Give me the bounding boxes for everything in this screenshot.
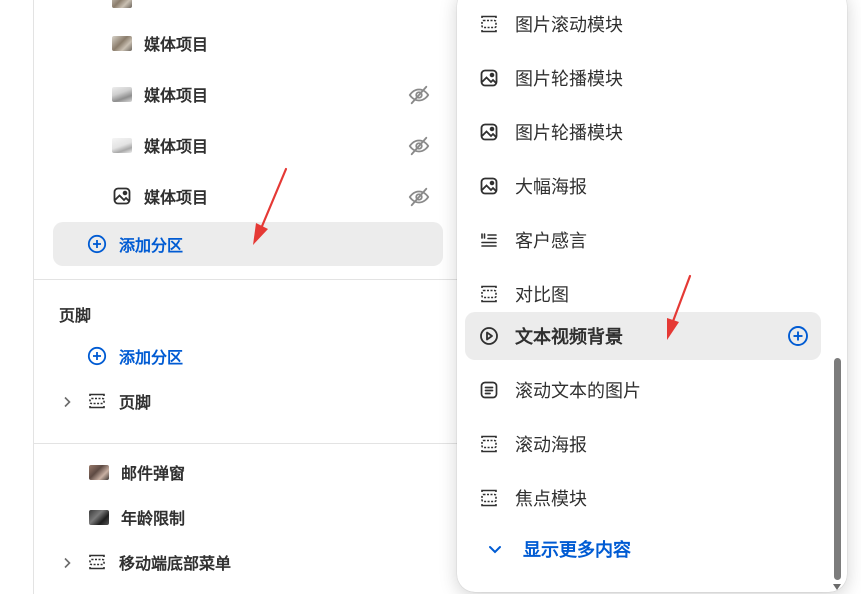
overlay-group-item[interactable]: 移动端底部菜单 <box>34 540 464 584</box>
media-thumbnail <box>112 137 132 153</box>
menu-item-image-carousel[interactable]: 图片轮播模块 <box>465 54 821 102</box>
media-item[interactable]: 媒体项目 <box>34 21 464 65</box>
menu-item-banner[interactable]: 大幅海报 <box>465 162 821 210</box>
menu-item-comparison[interactable]: 对比图 <box>465 270 821 318</box>
divider <box>34 443 464 444</box>
media-item[interactable]: 媒体项目 <box>34 123 464 167</box>
menu-item-label: 图片轮播模块 <box>515 123 623 144</box>
overlay-item-label: 移动端底部菜单 <box>119 554 232 573</box>
scrollbar-thumb[interactable] <box>834 358 841 580</box>
plus-circle-icon[interactable] <box>787 325 809 347</box>
menu-item-scrolling-banner[interactable]: 滚动海报 <box>465 420 821 468</box>
overlay-item-label: 邮件弹窗 <box>121 464 186 483</box>
annotation-arrow <box>253 167 288 245</box>
media-thumbnail <box>112 0 132 8</box>
slideshow-icon <box>479 488 499 508</box>
divider <box>34 279 464 280</box>
image-icon <box>112 186 132 206</box>
list-item-clipped: ▔▔▔▔ <box>34 0 464 22</box>
menu-item-label: 客户感言 <box>515 231 587 252</box>
image-icon <box>479 122 499 142</box>
slideshow-icon <box>479 284 499 304</box>
play-icon <box>479 326 499 346</box>
menu-item-image-scroll[interactable]: 图片滚动模块 <box>465 0 821 48</box>
chevron-down-icon <box>485 539 505 559</box>
media-item-label: 媒体项目 <box>144 35 209 54</box>
menu-item-label: 对比图 <box>515 285 569 306</box>
media-item-label: 媒体项目 <box>144 86 209 105</box>
image-icon <box>479 176 499 196</box>
footer-section-title: 页脚 <box>59 306 92 325</box>
add-section-label: 添加分区 <box>119 348 184 367</box>
show-more-button[interactable]: 显示更多内容 <box>485 536 631 562</box>
section-layout-icon <box>87 552 107 572</box>
menu-item-label: 图片滚动模块 <box>515 15 623 36</box>
menu-item-label: 焦点模块 <box>515 489 587 510</box>
chevron-right-icon[interactable] <box>60 555 74 569</box>
slideshow-icon <box>479 14 499 34</box>
media-item[interactable]: 媒体项目 <box>34 72 464 116</box>
image-icon <box>479 68 499 88</box>
plus-circle-icon <box>87 346 107 366</box>
media-item-label: 媒体项目 <box>144 137 209 156</box>
text-list-icon <box>479 230 499 250</box>
menu-item-label: 文本视频背景 <box>515 327 623 348</box>
overlay-item[interactable]: 年龄限制 <box>34 495 464 539</box>
menu-item-scrolling-text-image[interactable]: 滚动文本的图片 <box>465 366 821 414</box>
menu-item-focus-module[interactable]: 焦点模块 <box>465 474 821 522</box>
menu-item-label: 滚动文本的图片 <box>515 381 641 402</box>
footer-group-item[interactable]: 页脚 <box>34 379 464 423</box>
footer-group-label: 页脚 <box>119 393 152 412</box>
media-thumbnail <box>112 86 132 102</box>
eye-slash-icon[interactable] <box>408 135 430 157</box>
menu-item-testimonials[interactable]: 客户感言 <box>465 216 821 264</box>
media-item-label: 媒体项目 <box>144 188 209 207</box>
chevron-right-icon[interactable] <box>60 394 74 408</box>
eye-slash-icon[interactable] <box>408 186 430 208</box>
section-layout-icon <box>87 391 107 411</box>
menu-item-label: 滚动海报 <box>515 435 587 456</box>
media-thumbnail <box>112 35 132 51</box>
section-tree-panel: ▔▔▔▔ 媒体项目 媒体项目 媒体项目 媒体项目 添加分区 页脚 添加分区 页脚… <box>33 0 464 594</box>
text-block-icon <box>479 380 499 400</box>
overlay-item-label: 年龄限制 <box>121 509 186 528</box>
menu-item-label: 大幅海报 <box>515 177 587 198</box>
scroll-down-arrow-icon[interactable] <box>833 584 841 590</box>
annotation-arrow <box>667 274 692 340</box>
overlay-item[interactable]: 邮件弹窗 <box>34 450 464 494</box>
overlay-thumbnail <box>89 509 109 525</box>
menu-item-image-carousel[interactable]: 图片轮播模块 <box>465 108 821 156</box>
menu-item-text-video-background[interactable]: 文本视频背景 <box>465 312 821 360</box>
eye-slash-icon[interactable] <box>408 84 430 106</box>
add-section-popover: 图片滚动模块 图片轮播模块 图片轮播模块 大幅海报 客户感言 对比图 文本视频背… <box>457 0 847 592</box>
media-item-label: ▔▔▔▔ <box>144 0 194 10</box>
plus-circle-icon <box>87 234 107 254</box>
show-more-label: 显示更多内容 <box>523 540 631 561</box>
overlay-thumbnail <box>89 464 109 480</box>
slideshow-icon <box>479 434 499 454</box>
menu-item-label: 图片轮播模块 <box>515 69 623 90</box>
footer-add-section-button[interactable]: 添加分区 <box>34 334 464 378</box>
add-section-label: 添加分区 <box>119 236 184 255</box>
